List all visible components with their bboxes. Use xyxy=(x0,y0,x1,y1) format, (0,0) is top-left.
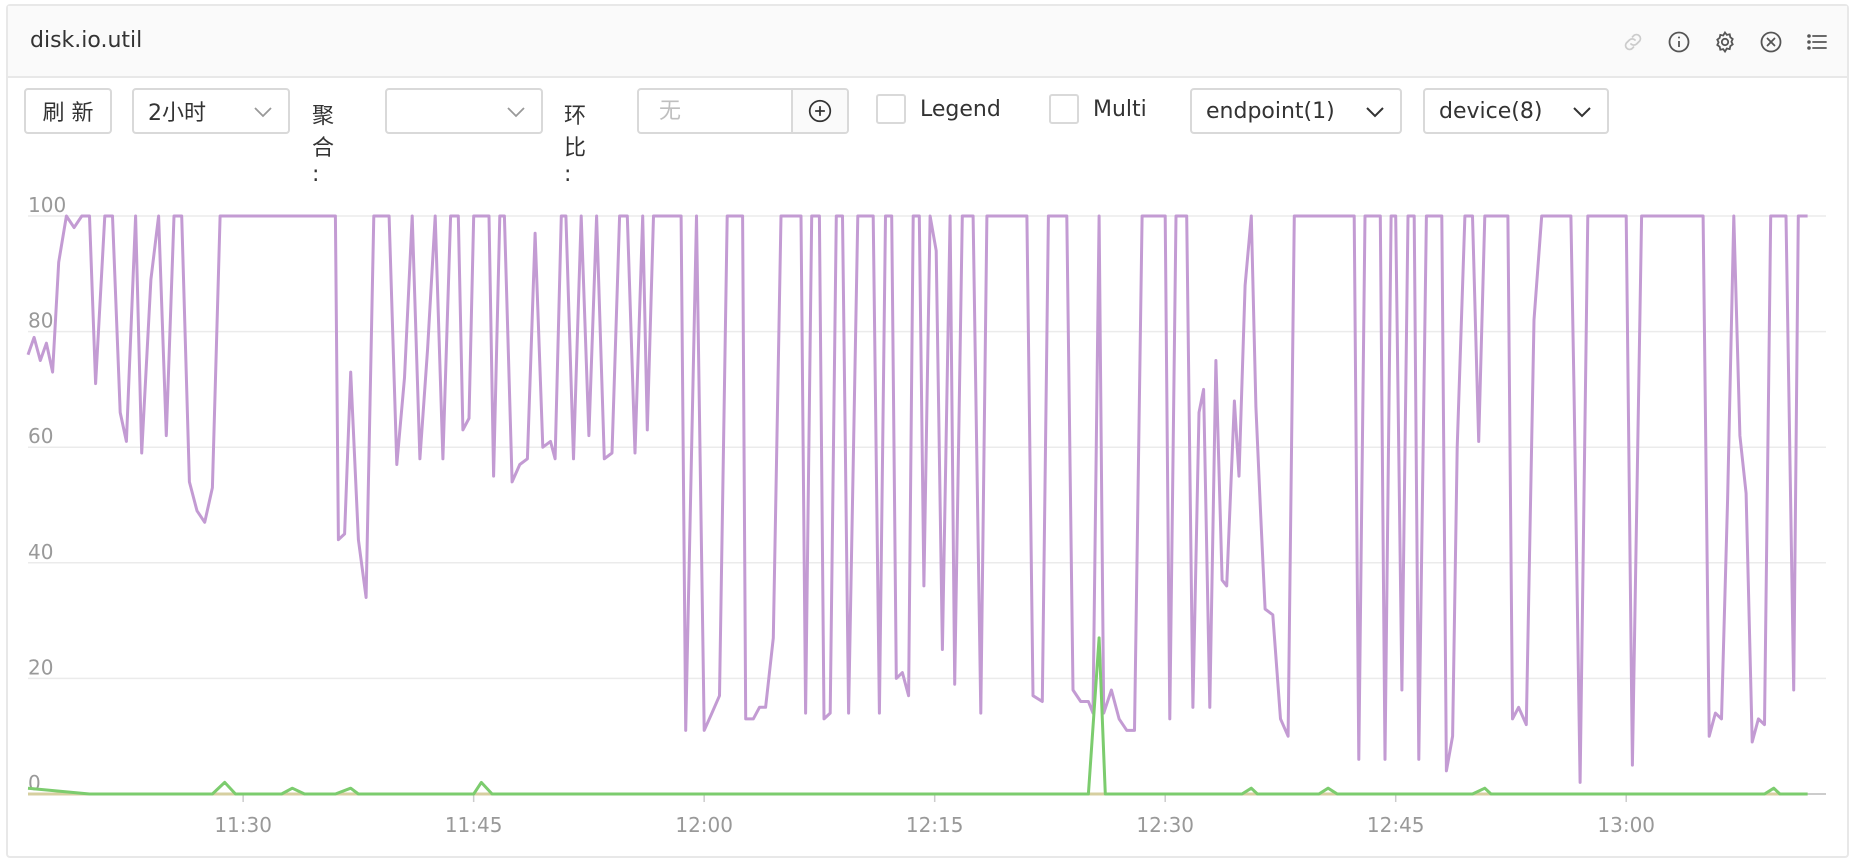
x-tick-label: 12:30 xyxy=(1136,813,1194,837)
x-tick-label: 12:15 xyxy=(906,813,964,837)
y-tick-label: 0 xyxy=(28,771,41,795)
y-tick-label: 100 xyxy=(28,193,66,217)
chart-area: 0 20 40 60 80 100 11:30 11:45 12:00 12:15 12:30 12:… xyxy=(0,0,1856,864)
line-chart[interactable]: 0 20 40 60 80 100 11:30 11:45 12:00 12:15 12:30 12:… xyxy=(0,0,1856,864)
series-line xyxy=(26,214,1808,784)
y-tick-label: 60 xyxy=(28,424,53,448)
x-tick-label: 11:30 xyxy=(214,813,272,837)
series-line xyxy=(27,636,1808,796)
x-tick-label: 11:45 xyxy=(445,813,503,837)
x-tick-label: 13:00 xyxy=(1597,813,1655,837)
y-tick-label: 80 xyxy=(28,309,53,333)
x-tick-label: 12:45 xyxy=(1367,813,1425,837)
y-tick-label: 20 xyxy=(28,655,53,679)
y-tick-label: 40 xyxy=(28,540,53,564)
x-tick-label: 12:00 xyxy=(675,813,733,837)
